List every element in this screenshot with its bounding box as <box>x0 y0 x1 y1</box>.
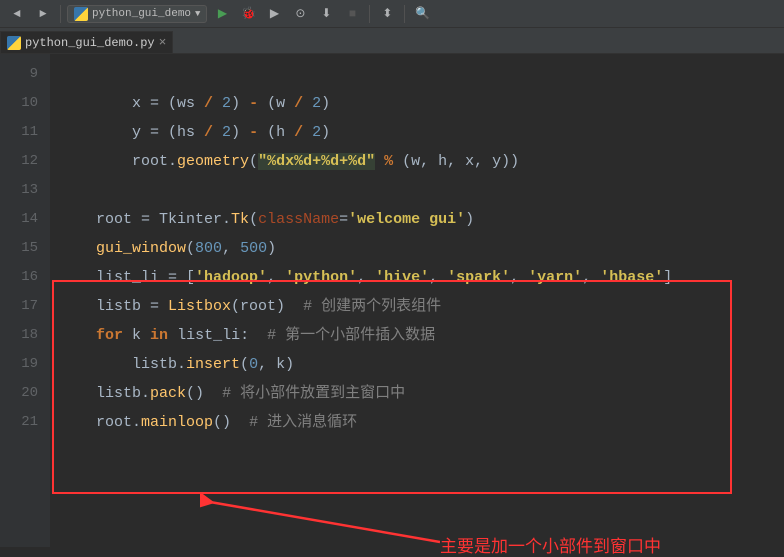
line-number: 18 <box>0 321 38 350</box>
code-line: list_li = ['hadoop', 'python', 'hive', '… <box>60 269 672 286</box>
coverage-icon[interactable]: ▶ <box>263 3 285 25</box>
chevron-down-icon: ▼ <box>195 9 200 19</box>
python-icon <box>7 36 21 50</box>
python-icon <box>74 7 88 21</box>
code-line: listb = Listbox(root) # 创建两个列表组件 <box>60 298 441 315</box>
line-number: 20 <box>0 379 38 408</box>
run-config-label: python_gui_demo <box>92 8 191 20</box>
tab-bar: python_gui_demo.py × <box>0 28 784 54</box>
run-config-selector[interactable]: python_gui_demo ▼ <box>67 5 207 23</box>
separator <box>404 5 405 23</box>
code-line: listb.insert(0, k) <box>60 356 294 373</box>
line-number: 21 <box>0 408 38 437</box>
code-line: for k in list_li: # 第一个小部件插入数据 <box>60 327 435 344</box>
file-tab[interactable]: python_gui_demo.py × <box>0 31 173 53</box>
stop-icon[interactable]: ■ <box>341 3 363 25</box>
search-icon[interactable]: 🔍 <box>411 3 433 25</box>
code-line: gui_window(800, 500) <box>60 240 276 257</box>
line-number: 14 <box>0 205 38 234</box>
line-number: 10 <box>0 89 38 118</box>
line-number: 12 <box>0 147 38 176</box>
annotation-label: 主要是加一个小部件到窗口中 <box>440 532 661 557</box>
close-icon[interactable]: × <box>159 35 167 50</box>
forward-icon[interactable]: ► <box>32 3 54 25</box>
profile-icon[interactable]: ⊙ <box>289 3 311 25</box>
vcs-icon[interactable]: ⬍ <box>376 3 398 25</box>
code-editor[interactable]: 9101112131415161718192021 x = (ws / 2) -… <box>0 54 784 547</box>
line-number: 17 <box>0 292 38 321</box>
separator <box>369 5 370 23</box>
code-area[interactable]: x = (ws / 2) - (w / 2) y = (hs / 2) - (h… <box>50 54 784 547</box>
code-line: root = Tkinter.Tk(className='welcome gui… <box>60 211 474 228</box>
line-number: 11 <box>0 118 38 147</box>
line-number: 15 <box>0 234 38 263</box>
debug-icon[interactable]: 🐞 <box>237 3 259 25</box>
code-line: root.geometry("%dx%d+%d+%d" % (w, h, x, … <box>60 153 519 170</box>
line-number: 9 <box>0 60 38 89</box>
separator <box>60 5 61 23</box>
run-icon[interactable]: ▶ <box>211 3 233 25</box>
line-gutter: 9101112131415161718192021 <box>0 54 50 547</box>
code-line: x = (ws / 2) - (w / 2) <box>60 95 330 112</box>
line-number: 19 <box>0 350 38 379</box>
code-line: y = (hs / 2) - (h / 2) <box>60 124 330 141</box>
line-number: 16 <box>0 263 38 292</box>
back-icon[interactable]: ◄ <box>6 3 28 25</box>
line-number: 13 <box>0 176 38 205</box>
attach-icon[interactable]: ⬇ <box>315 3 337 25</box>
code-line: root.mainloop() # 进入消息循环 <box>60 414 357 431</box>
toolbar: ◄ ► python_gui_demo ▼ ▶ 🐞 ▶ ⊙ ⬇ ■ ⬍ 🔍 <box>0 0 784 28</box>
code-line: listb.pack() # 将小部件放置到主窗口中 <box>60 385 405 402</box>
tab-label: python_gui_demo.py <box>25 36 155 50</box>
